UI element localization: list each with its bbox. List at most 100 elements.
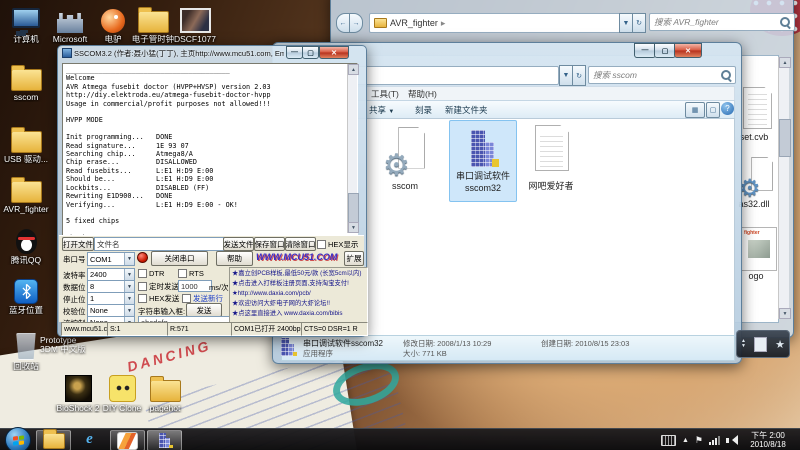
hex-send-checkbox[interactable]: HEX发送: [138, 293, 179, 304]
star-icon[interactable]: ★: [775, 338, 785, 351]
address-dropdown-button[interactable]: ▼: [559, 65, 573, 86]
orange-app-icon: [117, 432, 138, 450]
extend-button[interactable]: 扩展: [344, 251, 364, 266]
views-button[interactable]: ▦: [685, 102, 705, 118]
details-size: 大小: 771 KB: [403, 348, 447, 359]
desktop-icon-bluetooth[interactable]: 蓝牙位置: [1, 274, 51, 315]
maximize-button[interactable]: ▢: [302, 46, 319, 59]
address-bar[interactable]: AVR_fighter ▸: [369, 13, 627, 33]
menu-help[interactable]: 帮助(H): [408, 88, 437, 100]
taskbar: e ▲ ⚑ 下午 2:00: [0, 428, 800, 450]
scroll-down-icon[interactable]: ▼: [348, 222, 359, 233]
volume-icon[interactable]: [726, 435, 738, 445]
search-box[interactable]: 搜索 sscom: [588, 66, 736, 84]
terminal-text: ________________________________________…: [63, 64, 357, 236]
down-arrow-icon: ▼: [741, 344, 746, 349]
taskbar-media-app-button[interactable]: [110, 430, 145, 450]
file-icon-logo-image[interactable]: fighter: [741, 227, 777, 271]
desktop-gadget[interactable]: ▲▼ ★: [736, 330, 790, 358]
taskbar-ie-button[interactable]: e: [73, 430, 106, 449]
ad-line: ★欢迎访问大虾电子网的大虾论坛!!: [232, 299, 365, 309]
scrollbar-thumb[interactable]: [779, 119, 791, 157]
file-icon-dll[interactable]: ⚙: [741, 157, 773, 199]
desktop-icon-avr-fighter-folder[interactable]: AVR_fighter: [1, 173, 51, 214]
ad-line: ★嘉立创PCB样板,最低50元/款 (长宽5cm以内): [232, 269, 365, 279]
details-created: 创建日期: 2010/8/15 23:03: [541, 338, 629, 349]
databits-label: 数据位: [63, 282, 86, 293]
refresh-button[interactable]: ↻: [572, 65, 586, 86]
breadcrumb-chevron-icon: ▸: [441, 18, 446, 29]
help-button[interactable]: 帮助: [216, 251, 253, 266]
desktop-icon-bioshock2[interactable]: BioShock 2: [53, 372, 103, 413]
minimize-button[interactable]: —: [286, 46, 303, 59]
desktop-icon-pagehot-folder[interactable]: pagehot: [140, 372, 190, 413]
file-name-input[interactable]: 文件名: [94, 237, 226, 251]
menu-tools[interactable]: 工具(T): [371, 88, 399, 100]
close-button[interactable]: ✕: [319, 46, 349, 59]
dropdown-arrow-icon: ▼: [124, 253, 134, 265]
terminal-scrollbar[interactable]: ▲ ▼: [347, 64, 357, 233]
address-dropdown-button[interactable]: ▼: [619, 13, 633, 33]
network-icon[interactable]: [709, 436, 720, 445]
ad-panel[interactable]: ★嘉立创PCB样板,最低50元/款 (长宽5cm以内) ★点击进入打样板注册页面…: [229, 267, 368, 325]
toolbar-new-folder-button[interactable]: 新建文件夹: [445, 104, 488, 116]
address-text: AVR_fighter: [390, 18, 438, 28]
keyboard-ime-icon[interactable]: [661, 435, 676, 446]
scrollbar-thumb[interactable]: [348, 193, 359, 223]
taskbar-clock[interactable]: 下午 2:00 2010/8/18: [740, 431, 796, 449]
save-window-button[interactable]: 保存窗口: [254, 237, 285, 251]
window-sscom32-app[interactable]: SSCOM3.2 (作者:聂小猛(丁丁), 主页http://www.mcu51…: [57, 45, 367, 337]
forward-button[interactable]: →: [349, 13, 363, 33]
search-box[interactable]: 搜索 AVR_fighter: [649, 13, 795, 31]
desktop-icon-computer[interactable]: 计算机: [1, 3, 51, 44]
terminal-output[interactable]: ________________________________________…: [62, 63, 358, 236]
taskbar-explorer-button[interactable]: [36, 430, 71, 450]
scroll-down-icon[interactable]: ▼: [779, 308, 791, 319]
scroll-up-icon[interactable]: ▲: [779, 57, 791, 68]
close-port-button[interactable]: 关闭串口: [151, 251, 208, 266]
document-icon[interactable]: [754, 337, 767, 352]
send-file-button[interactable]: 发送文件: [223, 237, 254, 251]
port-select[interactable]: COM1▼: [87, 252, 135, 266]
desktop-icon-usb-driver-folder[interactable]: USB 驱动...: [1, 123, 51, 164]
desktop-icon-qq[interactable]: 腾讯QQ: [1, 224, 51, 265]
close-button[interactable]: ✕: [674, 43, 702, 58]
hex-display-checkbox[interactable]: HEX显示: [317, 239, 358, 250]
open-file-button[interactable]: 打开文件: [62, 237, 94, 251]
scroll-up-icon[interactable]: ▲: [348, 64, 359, 75]
toolbar-burn-button[interactable]: 刻录: [415, 104, 432, 116]
send-button[interactable]: 发送: [186, 303, 222, 317]
clear-window-button[interactable]: 清除窗口: [285, 237, 316, 251]
show-hidden-icons-arrow[interactable]: ▲: [682, 437, 689, 444]
photo-icon: [180, 8, 211, 33]
selected-file-sscom32[interactable]: 串口调试软件 sscom32: [449, 120, 517, 202]
dtr-checkbox[interactable]: DTR: [138, 269, 164, 278]
toolbar-share-button[interactable]: 共享 ▼: [369, 104, 394, 116]
desktop-icon-dscf1077[interactable]: DSCF1077: [170, 3, 220, 44]
file-icon-txt[interactable]: [535, 125, 569, 171]
website-link[interactable]: WWW.MCU51.COM: [256, 252, 337, 262]
interval-input[interactable]: 1000: [178, 280, 212, 292]
gadget-arrows[interactable]: ▲▼: [741, 339, 746, 349]
action-center-flag-icon[interactable]: ⚑: [695, 435, 703, 446]
file-label[interactable]: 网吧爱好者: [521, 181, 581, 191]
folder-icon: [11, 181, 42, 203]
desktop-icon-label-prototype[interactable]: Prototype 3DM 中文版: [40, 336, 110, 354]
timed-send-checkbox[interactable]: 定时发送: [138, 281, 179, 292]
scrollbar[interactable]: ▲ ▼: [778, 57, 789, 319]
file-icon-sscom[interactable]: ⚙: [385, 127, 425, 179]
file-label[interactable]: sscom: [378, 181, 432, 191]
start-button[interactable]: [5, 427, 31, 450]
file-icon-cvb[interactable]: [743, 87, 772, 129]
window-title: SSCOM3.2 (作者:聂小猛(丁丁), 主页http://www.mcu51…: [74, 48, 284, 59]
maximize-button[interactable]: ▢: [654, 43, 676, 58]
clock-date: 2010/8/18: [740, 440, 796, 449]
taskbar-sscom32-button[interactable]: [147, 430, 182, 450]
desktop-icon-sscom-folder[interactable]: sscom: [1, 61, 51, 102]
back-button[interactable]: ←: [336, 13, 350, 33]
help-icon[interactable]: ?: [721, 102, 734, 115]
rts-checkbox[interactable]: RTS: [178, 269, 204, 278]
minimize-button[interactable]: —: [634, 43, 656, 58]
refresh-button[interactable]: ↻: [632, 13, 646, 33]
preview-pane-button[interactable]: ▢: [706, 102, 720, 118]
